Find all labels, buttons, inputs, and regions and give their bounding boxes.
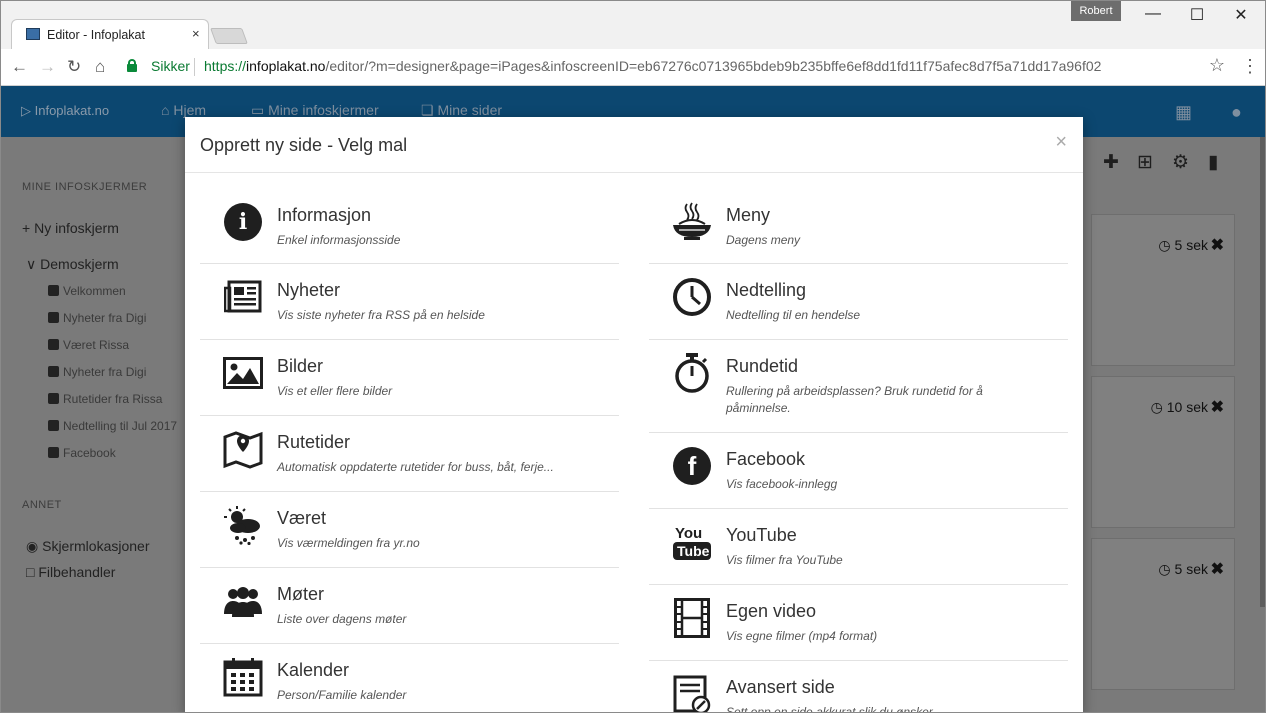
- modal-header: Opprett ny side - Velg mal ×: [185, 117, 1083, 173]
- remove-icon[interactable]: ✖: [1211, 235, 1224, 255]
- url-field[interactable]: Sikker https://infoplakat.no/editor/?m=d…: [121, 54, 1231, 80]
- screen-group-demo[interactable]: ∨ Demoskjerm: [26, 256, 119, 273]
- sidebar-page[interactable]: Nyheter fra Digi: [48, 311, 146, 325]
- image-icon: [222, 352, 264, 394]
- edit-page-icon: [671, 673, 713, 712]
- stopwatch-icon: [671, 352, 713, 394]
- newspaper-icon: [222, 276, 264, 318]
- template-column-right: Meny Dagens meny Nedtelling Nedtelling t…: [649, 189, 1068, 712]
- template-option[interactable]: Rundetid Rullering på arbeidsplassen? Br…: [649, 340, 1068, 433]
- bookmark-star-icon[interactable]: ☆: [1209, 55, 1225, 76]
- sidebar: MINE INFOSKJERMER + Ny infoskjerm ∨ Demo…: [1, 137, 191, 712]
- duration-label: ◷ 10 sek: [1150, 399, 1208, 415]
- sidebar-heading-screens: MINE INFOSKJERMER: [22, 181, 148, 193]
- template-modal: Opprett ny side - Velg mal × i Informasj…: [185, 117, 1083, 712]
- facebook-icon: f: [671, 445, 713, 487]
- svg-text:You: You: [675, 525, 702, 542]
- minimize-icon[interactable]: —: [1131, 5, 1175, 23]
- sidebar-page[interactable]: Facebook: [48, 446, 116, 460]
- template-option[interactable]: Meny Dagens meny: [649, 189, 1068, 264]
- grid-add-icon[interactable]: ⊞: [1137, 151, 1153, 174]
- maximize-icon[interactable]: ☐: [1175, 5, 1219, 25]
- template-option[interactable]: Nedtelling Nedtelling til en hendelse: [649, 264, 1068, 340]
- film-icon: [671, 597, 713, 639]
- browser-menu-icon[interactable]: ⋮: [1241, 56, 1259, 77]
- brand-logo[interactable]: ▷ Infoplakat.no: [21, 103, 109, 119]
- sidebar-page[interactable]: Velkommen: [48, 284, 126, 298]
- sidebar-page[interactable]: Rutetider fra Rissa: [48, 392, 162, 406]
- tab-editor[interactable]: Editor - Infoplakat ×: [11, 19, 209, 49]
- template-option[interactable]: i Informasjon Enkel informasjonsside: [200, 189, 619, 264]
- sidebar-page[interactable]: Nyheter fra Digi: [48, 365, 146, 379]
- browser-window: Editor - Infoplakat × Robert — ☐ ✕ ← → ↻…: [0, 0, 1266, 713]
- calendar-icon: [222, 656, 264, 698]
- food-bowl-icon: [671, 201, 713, 243]
- template-option[interactable]: Avansert side Sett opp en side akkurat s…: [649, 661, 1068, 712]
- close-window-icon[interactable]: ✕: [1219, 5, 1263, 25]
- profile-badge[interactable]: Robert: [1071, 1, 1121, 21]
- template-column-left: i Informasjon Enkel informasjonsside Nyh…: [200, 189, 619, 712]
- template-option[interactable]: Bilder Vis et eller flere bilder: [200, 340, 619, 416]
- home-icon[interactable]: ⌂: [95, 57, 105, 77]
- youtube-icon: You Tube: [671, 521, 713, 563]
- new-tab-button[interactable]: [210, 28, 248, 44]
- locations-link[interactable]: ◉ Skjermlokasjoner: [26, 538, 149, 555]
- modal-title: Opprett ny side - Velg mal: [200, 135, 408, 155]
- secure-label: Sikker: [151, 58, 190, 74]
- duration-label: ◷ 5 sek: [1158, 237, 1208, 253]
- svg-text:Tube: Tube: [677, 543, 710, 559]
- template-option[interactable]: You Tube YouTube Vis filmer fra YouTube: [649, 509, 1068, 585]
- remove-icon[interactable]: ✖: [1211, 397, 1224, 417]
- address-bar: ← → ↻ ⌂ Sikker https://infoplakat.no/edi…: [1, 49, 1265, 86]
- trash-icon[interactable]: ▮: [1208, 151, 1218, 174]
- modal-close-button[interactable]: ×: [1055, 131, 1067, 154]
- template-option[interactable]: Kalender Person/Familie kalender: [200, 644, 619, 712]
- page-card[interactable]: ◷ 5 sek ✖: [1091, 214, 1235, 366]
- sidebar-page[interactable]: Nedtelling til Jul 2017: [48, 419, 177, 433]
- tab-title: Editor - Infoplakat: [47, 28, 145, 42]
- forward-arrow-icon[interactable]: →: [39, 57, 56, 77]
- back-arrow-icon[interactable]: ←: [11, 57, 28, 77]
- building-icon[interactable]: ▦: [1175, 102, 1192, 123]
- lock-icon: [127, 59, 137, 72]
- plus-icon[interactable]: ✚: [1103, 151, 1119, 174]
- people-icon: [222, 580, 264, 622]
- template-option[interactable]: Egen video Vis egne filmer (mp4 format): [649, 585, 1068, 661]
- map-icon: [222, 428, 264, 470]
- new-screen-link[interactable]: + Ny infoskjerm: [22, 220, 119, 236]
- page-card[interactable]: ◷ 5 sek ✖: [1091, 538, 1235, 690]
- filemanager-link[interactable]: □ Filbehandler: [26, 564, 115, 580]
- template-option[interactable]: Nyheter Vis siste nyheter fra RSS på en …: [200, 264, 619, 340]
- template-option[interactable]: Rutetider Automatisk oppdaterte rutetide…: [200, 416, 619, 492]
- clock-icon: [671, 276, 713, 318]
- page-scrollbar[interactable]: [1260, 137, 1265, 607]
- template-option[interactable]: Møter Liste over dagens møter: [200, 568, 619, 644]
- duration-label: ◷ 5 sek: [1158, 561, 1208, 577]
- sidebar-heading-other: ANNET: [22, 499, 62, 511]
- url-text: https://infoplakat.no/editor/?m=designer…: [204, 58, 1102, 74]
- user-icon[interactable]: ●: [1231, 102, 1242, 123]
- tab-close-button[interactable]: ×: [192, 26, 200, 41]
- info-icon: i: [222, 201, 264, 243]
- tab-bar: Editor - Infoplakat × Robert — ☐ ✕: [1, 1, 1265, 49]
- template-option[interactable]: Været Vis værmeldingen fra yr.no: [200, 492, 619, 568]
- nav-home[interactable]: ⌂ Hjem: [161, 102, 206, 118]
- remove-icon[interactable]: ✖: [1211, 559, 1224, 579]
- gear-icon[interactable]: ⚙: [1172, 151, 1189, 174]
- sidebar-page[interactable]: Været Rissa: [48, 338, 129, 352]
- page-card[interactable]: ◷ 10 sek ✖: [1091, 376, 1235, 528]
- reload-icon[interactable]: ↻: [67, 57, 81, 77]
- monitor-icon: [26, 28, 40, 40]
- weather-icon: [222, 504, 264, 546]
- template-option[interactable]: f Facebook Vis facebook-innlegg: [649, 433, 1068, 509]
